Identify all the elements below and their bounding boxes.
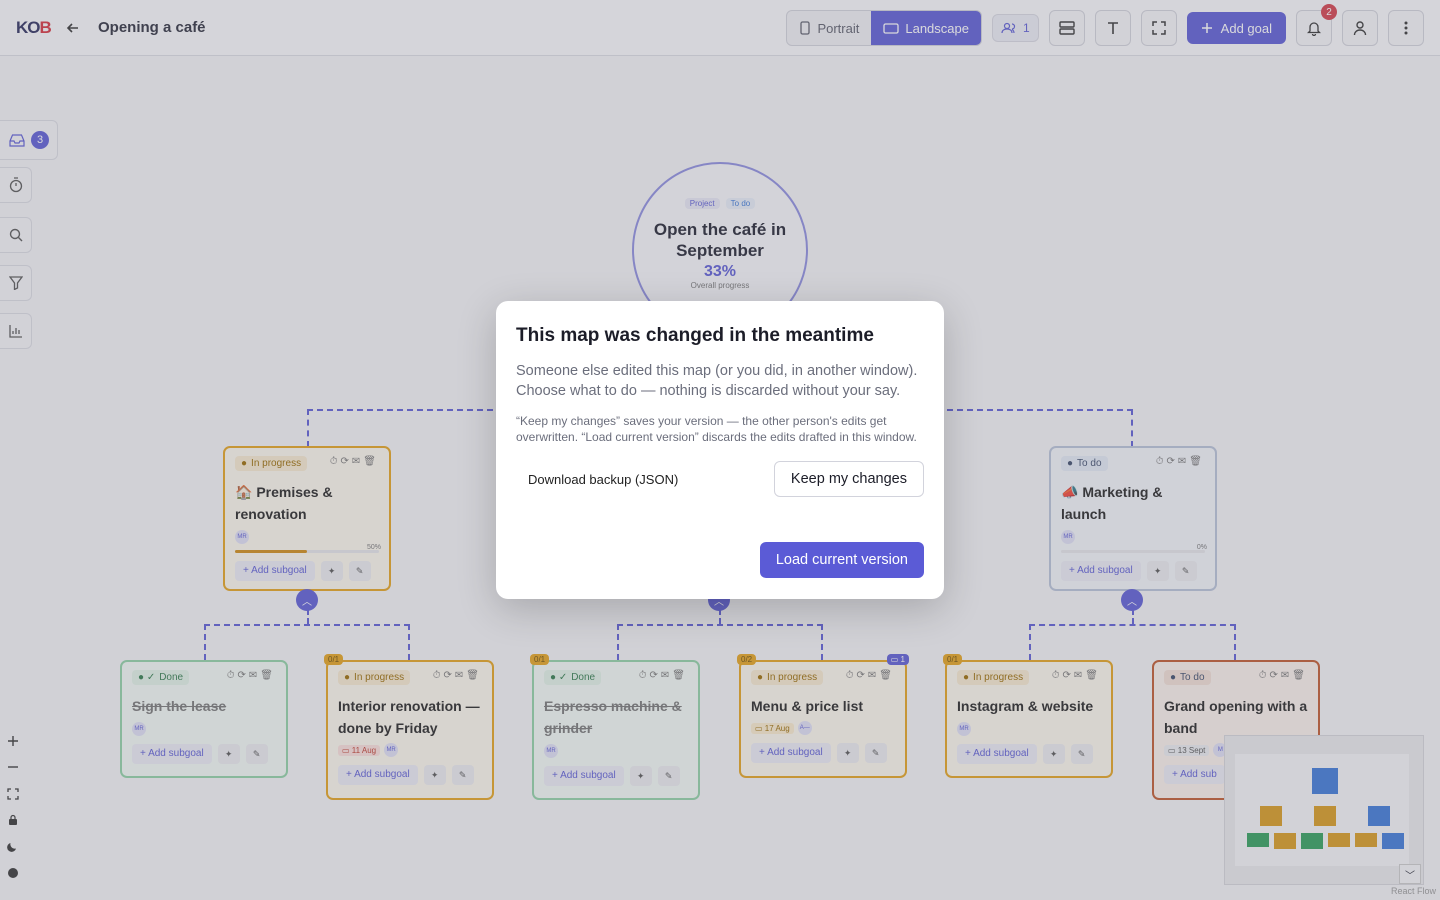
dialog-title: This map was changed in the meantime bbox=[516, 325, 874, 346]
load-current-version-button[interactable]: Load current version bbox=[759, 542, 924, 578]
download-backup-button[interactable]: Download backup (JSON) bbox=[516, 464, 690, 495]
conflict-dialog: This map was changed in the meantime Som… bbox=[496, 301, 944, 599]
keep-changes-button[interactable]: Keep my changes bbox=[773, 461, 924, 497]
dialog-body: Someone else edited this map (or you did… bbox=[516, 363, 918, 399]
dialog-note: “Keep my changes” saves your version — t… bbox=[516, 414, 917, 444]
